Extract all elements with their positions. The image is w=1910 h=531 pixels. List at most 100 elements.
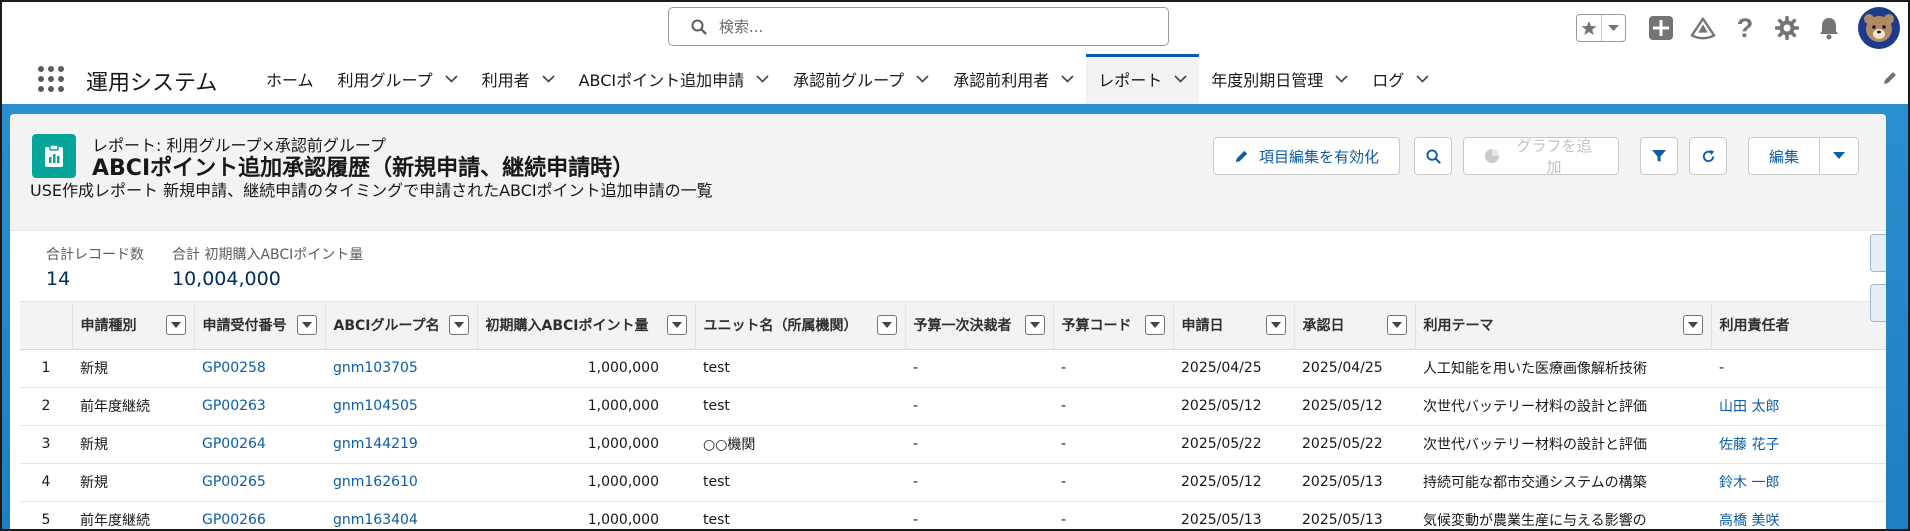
table-cell: 2025/05/13 [1173, 501, 1294, 529]
column-header[interactable]: 初期購入ABCIポイント量 [477, 302, 696, 350]
summary-value: 14 [46, 268, 71, 290]
chevron-down-icon[interactable] [916, 75, 929, 83]
summary-value: 10,004,000 [172, 268, 281, 290]
cell-theme: 次世代バッテリー材料の設計と評価 [1423, 399, 1647, 415]
global-search[interactable] [668, 7, 1169, 46]
edit-nav-icon[interactable] [1882, 70, 1898, 90]
column-menu-icon[interactable] [666, 315, 687, 336]
cell-group[interactable]: gnm104505 [333, 398, 418, 414]
filter-button[interactable] [1640, 137, 1678, 175]
column-header[interactable]: 申請種別 [72, 302, 195, 350]
bell-icon[interactable] [1816, 15, 1842, 41]
column-header[interactable]: 承認日 [1294, 302, 1416, 350]
gear-icon[interactable] [1774, 15, 1800, 41]
column-menu-icon[interactable] [1144, 315, 1165, 336]
cell-no[interactable]: GP00258 [202, 360, 266, 376]
table-cell: 次世代バッテリー材料の設計と評価 [1415, 387, 1711, 426]
column-header[interactable]: 申請日 [1173, 302, 1295, 350]
column-menu-icon[interactable] [1024, 315, 1045, 336]
report-card: レポート: 利用グループ×承認前グループ ABCIポイント追加承認履歴（新規申請… [10, 114, 1886, 529]
column-header[interactable]: ユニット名（所属機関） [695, 302, 906, 350]
cell-group[interactable]: gnm103705 [333, 360, 418, 376]
column-header[interactable]: 利用テーマ [1415, 302, 1712, 350]
cell-type: 新規 [80, 475, 108, 491]
report-summary: 合計レコード数 14 合計 初期購入ABCIポイント量 10,004,000 [46, 244, 391, 290]
cell-owner[interactable]: 高橋 美咲 [1719, 513, 1779, 529]
search-input[interactable] [719, 17, 1139, 36]
search-report-button[interactable] [1414, 137, 1452, 175]
chevron-down-icon[interactable] [756, 75, 769, 83]
table-cell: test [695, 387, 905, 426]
cell-n: 4 [41, 474, 51, 490]
column-menu-icon[interactable] [1265, 315, 1286, 336]
cell-group[interactable]: gnm163404 [333, 512, 418, 528]
nav-tab[interactable]: ログ [1360, 54, 1441, 104]
table-cell: GP00264 [194, 425, 325, 464]
cell-points: 1,000,000 [587, 474, 659, 490]
nav-tab-label: 承認前グループ [793, 71, 905, 90]
cell-type: 新規 [80, 361, 108, 377]
nav-tab[interactable]: 承認前利用者 [941, 54, 1086, 104]
cell-no[interactable]: GP00266 [202, 512, 266, 528]
chevron-down-icon[interactable] [445, 75, 458, 83]
nav-tab[interactable]: 利用グループ [326, 54, 470, 104]
nav-tab[interactable]: 利用者 [470, 54, 567, 104]
column-menu-icon[interactable] [165, 315, 186, 336]
nav-tab-label: レポート [1098, 71, 1163, 90]
nav-tab[interactable]: レポート [1086, 54, 1200, 104]
cell-applied: 2025/04/25 [1181, 360, 1262, 376]
side-panel-tab[interactable] [1870, 234, 1886, 272]
star-icon[interactable] [1577, 15, 1602, 41]
nav-tab[interactable]: ABCIポイント追加申請 [567, 54, 782, 104]
cell-no[interactable]: GP00263 [202, 398, 266, 414]
nav-tab[interactable]: ホーム [254, 54, 326, 104]
column-header[interactable]: 予算一次決裁者 [905, 302, 1054, 350]
table-row: 2 前年度継続 GP00263 gnm104505 1,000,000 test - - 202… [20, 387, 1886, 426]
edit-menu-button[interactable] [1820, 137, 1859, 175]
cell-group[interactable]: gnm144219 [333, 436, 418, 452]
chevron-down-icon[interactable] [1416, 75, 1429, 83]
cell-owner[interactable]: 佐藤 花子 [1719, 437, 1779, 453]
add-chart-label: グラフを追加 [1516, 137, 1592, 176]
chevron-down-icon[interactable] [1061, 75, 1074, 83]
column-header[interactable]: 申請受付番号 [194, 302, 326, 350]
cell-group[interactable]: gnm162610 [333, 474, 418, 490]
app-navigation: 運用システム ホーム 利用グループ 利用者 ABCIポイント追加申請 承認前グループ 承認… [2, 54, 1908, 104]
cell-budget: - [1061, 512, 1067, 528]
cell-no[interactable]: GP00265 [202, 474, 266, 490]
avatar[interactable] [1858, 7, 1900, 49]
chevron-down-icon[interactable] [1335, 75, 1348, 83]
trailhead-icon[interactable] [1690, 15, 1716, 41]
plus-icon[interactable] [1648, 15, 1674, 41]
chevron-down-icon[interactable] [1174, 75, 1187, 83]
column-header[interactable]: 予算コード [1053, 302, 1174, 350]
pencil-icon [1234, 149, 1249, 164]
nav-tab[interactable]: 承認前グループ [781, 54, 941, 104]
chevron-down-icon[interactable] [1602, 15, 1625, 41]
cell-owner[interactable]: 鈴木 一郎 [1719, 475, 1779, 491]
column-menu-icon[interactable] [296, 315, 317, 336]
edit-button[interactable]: 編集 [1748, 137, 1820, 175]
chevron-down-icon[interactable] [542, 75, 555, 83]
side-panel-tab[interactable] [1870, 284, 1886, 322]
column-header[interactable]: ABCIグループ名 [325, 302, 478, 350]
app-launcher-icon[interactable] [38, 66, 64, 92]
help-icon[interactable]: ? [1732, 13, 1758, 43]
column-menu-icon[interactable] [1682, 315, 1703, 336]
refresh-button[interactable] [1689, 137, 1727, 175]
table-cell: test [695, 501, 905, 529]
cell-owner[interactable]: 山田 太郎 [1719, 399, 1779, 415]
cell-no[interactable]: GP00264 [202, 436, 266, 452]
enable-field-edit-button[interactable]: 項目編集を有効化 [1212, 137, 1400, 175]
nav-tab[interactable]: 年度別期日管理 [1199, 54, 1360, 104]
report-description: USE作成レポート 新規申請、継続申請のタイミングで申請されたABCIポイント追… [30, 181, 713, 200]
column-menu-icon[interactable] [448, 315, 469, 336]
cell-points: 1,000,000 [587, 360, 659, 376]
table-row: 3 新規 GP00264 gnm144219 1,000,000 ○○機関 - - 2025/0… [20, 425, 1886, 464]
column-header[interactable]: 利用責任者 [1711, 302, 1886, 350]
add-chart-button[interactable]: グラフを追加 [1463, 137, 1619, 176]
column-menu-icon[interactable] [876, 315, 897, 336]
table-cell: 新規 [72, 463, 194, 502]
cell-points: 1,000,000 [587, 512, 659, 528]
column-menu-icon[interactable] [1386, 315, 1407, 336]
